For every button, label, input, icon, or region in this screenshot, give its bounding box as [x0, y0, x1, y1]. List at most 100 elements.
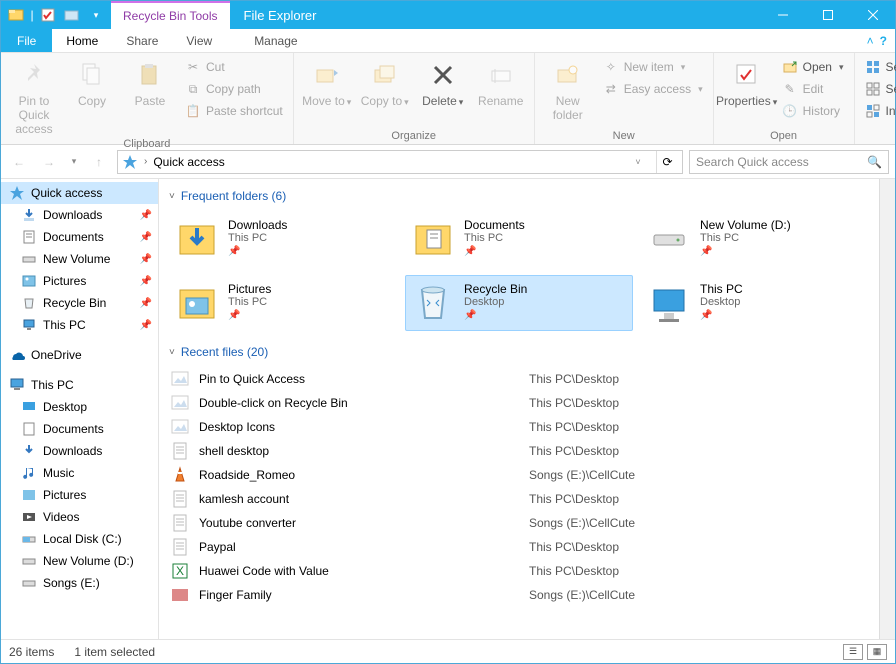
- copy-to-button[interactable]: Copy to▾: [358, 55, 412, 109]
- recent-file-item[interactable]: Finger Family Songs (E:)\CellCute: [169, 583, 869, 607]
- scrollbar[interactable]: [879, 179, 895, 639]
- close-button[interactable]: [850, 1, 895, 29]
- downloads-icon: [21, 443, 37, 459]
- sidebar-pc-music[interactable]: Music: [1, 462, 158, 484]
- menu-view[interactable]: View: [172, 29, 226, 52]
- recent-file-item[interactable]: Youtube converter Songs (E:)\CellCute: [169, 511, 869, 535]
- sidebar-onedrive[interactable]: OneDrive: [1, 344, 158, 366]
- address-dropdown[interactable]: ˅: [626, 150, 650, 174]
- menu-share[interactable]: Share: [112, 29, 172, 52]
- delete-button[interactable]: Delete▾: [416, 55, 470, 109]
- back-button[interactable]: ←: [7, 150, 31, 174]
- frequent-folder-item[interactable]: This PC Desktop 📌: [641, 275, 869, 331]
- sidebar-pc-videos[interactable]: Videos: [1, 506, 158, 528]
- sidebar-item-downloads[interactable]: Downloads📌: [1, 204, 158, 226]
- paste-shortcut-button[interactable]: 📋Paste shortcut: [181, 101, 287, 121]
- file-name: Pin to Quick Access: [199, 372, 529, 386]
- desktop-icon: [21, 399, 37, 415]
- window-title: File Explorer: [230, 1, 761, 29]
- recent-files-header[interactable]: ˅Recent files (20): [169, 345, 869, 359]
- properties-button[interactable]: Properties▾: [720, 55, 774, 109]
- cut-icon: ✂: [185, 59, 201, 75]
- recent-file-item[interactable]: Paypal This PC\Desktop: [169, 535, 869, 559]
- refresh-button[interactable]: ⟳: [656, 151, 678, 173]
- open-button[interactable]: Open▾: [778, 57, 848, 77]
- sidebar-pc-pictures[interactable]: Pictures: [1, 484, 158, 506]
- frequent-folder-item[interactable]: New Volume (D:) This PC 📌: [641, 211, 869, 267]
- edit-button[interactable]: ✎Edit: [778, 79, 848, 99]
- breadcrumb-root[interactable]: Quick access: [153, 155, 224, 169]
- frequent-folders-header[interactable]: ˅Frequent folders (6): [169, 189, 869, 203]
- recent-file-item[interactable]: Roadside_Romeo Songs (E:)\CellCute: [169, 463, 869, 487]
- pin-icon: 📌: [700, 246, 791, 257]
- rename-button[interactable]: Rename: [474, 55, 528, 109]
- navbar: ← → ▾ ↑ › Quick access ˅ ⟳ Search Quick …: [1, 145, 895, 179]
- recent-file-item[interactable]: Pin to Quick Access This PC\Desktop: [169, 367, 869, 391]
- recent-file-item[interactable]: Double-click on Recycle Bin This PC\Desk…: [169, 391, 869, 415]
- menu-manage[interactable]: Manage: [240, 29, 311, 52]
- pin-icon: [18, 59, 50, 91]
- invert-selection-icon: [865, 103, 881, 119]
- sidebar-item-newvolume[interactable]: New Volume📌: [1, 248, 158, 270]
- sidebar-pc-downloads[interactable]: Downloads: [1, 440, 158, 462]
- frequent-folder-item[interactable]: Recycle Bin Desktop 📌: [405, 275, 633, 331]
- qat-properties-icon[interactable]: [37, 4, 59, 26]
- pc-icon: [9, 377, 25, 393]
- new-item-button[interactable]: ✧New item▾: [599, 57, 707, 77]
- menu-home[interactable]: Home: [52, 29, 112, 52]
- invert-selection-button[interactable]: Invert selection: [861, 101, 896, 121]
- maximize-button[interactable]: [805, 1, 850, 29]
- up-button[interactable]: ↑: [87, 150, 111, 174]
- sidebar-item-thispc-qa[interactable]: This PC📌: [1, 314, 158, 336]
- copy-button[interactable]: Copy: [65, 55, 119, 109]
- pin-to-quick-access-button[interactable]: Pin to Quick access: [7, 55, 61, 136]
- qat-newfolder-icon[interactable]: [61, 4, 83, 26]
- sidebar-pc-documents[interactable]: Documents: [1, 418, 158, 440]
- search-input[interactable]: Search Quick access 🔍: [689, 150, 889, 174]
- sidebar-pc-desktop[interactable]: Desktop: [1, 396, 158, 418]
- details-view-button[interactable]: ☰: [843, 644, 863, 660]
- sidebar-item-documents[interactable]: Documents📌: [1, 226, 158, 248]
- cut-button[interactable]: ✂Cut: [181, 57, 287, 77]
- recent-locations-button[interactable]: ▾: [67, 150, 81, 174]
- menu-file[interactable]: File: [1, 29, 52, 52]
- thumbnails-view-button[interactable]: ▦: [867, 644, 887, 660]
- file-location: This PC\Desktop: [529, 372, 867, 386]
- content-pane[interactable]: ˅Frequent folders (6) Downloads This PC …: [159, 179, 879, 639]
- forward-button[interactable]: →: [37, 150, 61, 174]
- folder-location: Desktop: [700, 296, 743, 308]
- sidebar-quick-access[interactable]: Quick access: [1, 182, 158, 204]
- recent-file-item[interactable]: shell desktop This PC\Desktop: [169, 439, 869, 463]
- navigation-pane[interactable]: Quick access Downloads📌 Documents📌 New V…: [1, 179, 159, 639]
- file-name: Double-click on Recycle Bin: [199, 396, 529, 410]
- sidebar-pc-newvolume-d[interactable]: New Volume (D:): [1, 550, 158, 572]
- new-folder-button[interactable]: New folder: [541, 55, 595, 123]
- recent-file-item[interactable]: X Huawei Code with Value This PC\Desktop: [169, 559, 869, 583]
- context-tab-recyclebin[interactable]: Recycle Bin Tools: [111, 1, 230, 29]
- help-icon[interactable]: ?: [880, 34, 887, 48]
- minimize-button[interactable]: [760, 1, 805, 29]
- sidebar-thispc[interactable]: This PC: [1, 374, 158, 396]
- select-all-button[interactable]: Select all: [861, 57, 896, 77]
- qat-explorer-icon[interactable]: [5, 4, 27, 26]
- sidebar-pc-songs-e[interactable]: Songs (E:): [1, 572, 158, 594]
- move-to-button[interactable]: Move to▾: [300, 55, 354, 109]
- breadcrumb-chevron-icon[interactable]: ›: [144, 156, 147, 167]
- sidebar-item-pictures[interactable]: Pictures📌: [1, 270, 158, 292]
- frequent-folder-item[interactable]: Documents This PC 📌: [405, 211, 633, 267]
- frequent-folder-item[interactable]: Pictures This PC 📌: [169, 275, 397, 331]
- collapse-ribbon-icon[interactable]: ˄: [867, 34, 874, 48]
- frequent-folder-item[interactable]: Downloads This PC 📌: [169, 211, 397, 267]
- select-none-button[interactable]: Select none: [861, 79, 896, 99]
- recent-file-item[interactable]: kamlesh account This PC\Desktop: [169, 487, 869, 511]
- sidebar-pc-localdisk-c[interactable]: Local Disk (C:): [1, 528, 158, 550]
- recent-file-item[interactable]: Desktop Icons This PC\Desktop: [169, 415, 869, 439]
- qat-dropdown[interactable]: ▾: [85, 4, 107, 26]
- address-bar[interactable]: › Quick access ˅ ⟳: [117, 150, 683, 174]
- paste-button[interactable]: Paste: [123, 55, 177, 109]
- history-button[interactable]: 🕒History: [778, 101, 848, 121]
- file-location: Songs (E:)\CellCute: [529, 588, 867, 602]
- sidebar-item-recyclebin[interactable]: Recycle Bin📌: [1, 292, 158, 314]
- copy-path-button[interactable]: ⧉Copy path: [181, 79, 287, 99]
- easy-access-button[interactable]: ⇄Easy access▾: [599, 79, 707, 99]
